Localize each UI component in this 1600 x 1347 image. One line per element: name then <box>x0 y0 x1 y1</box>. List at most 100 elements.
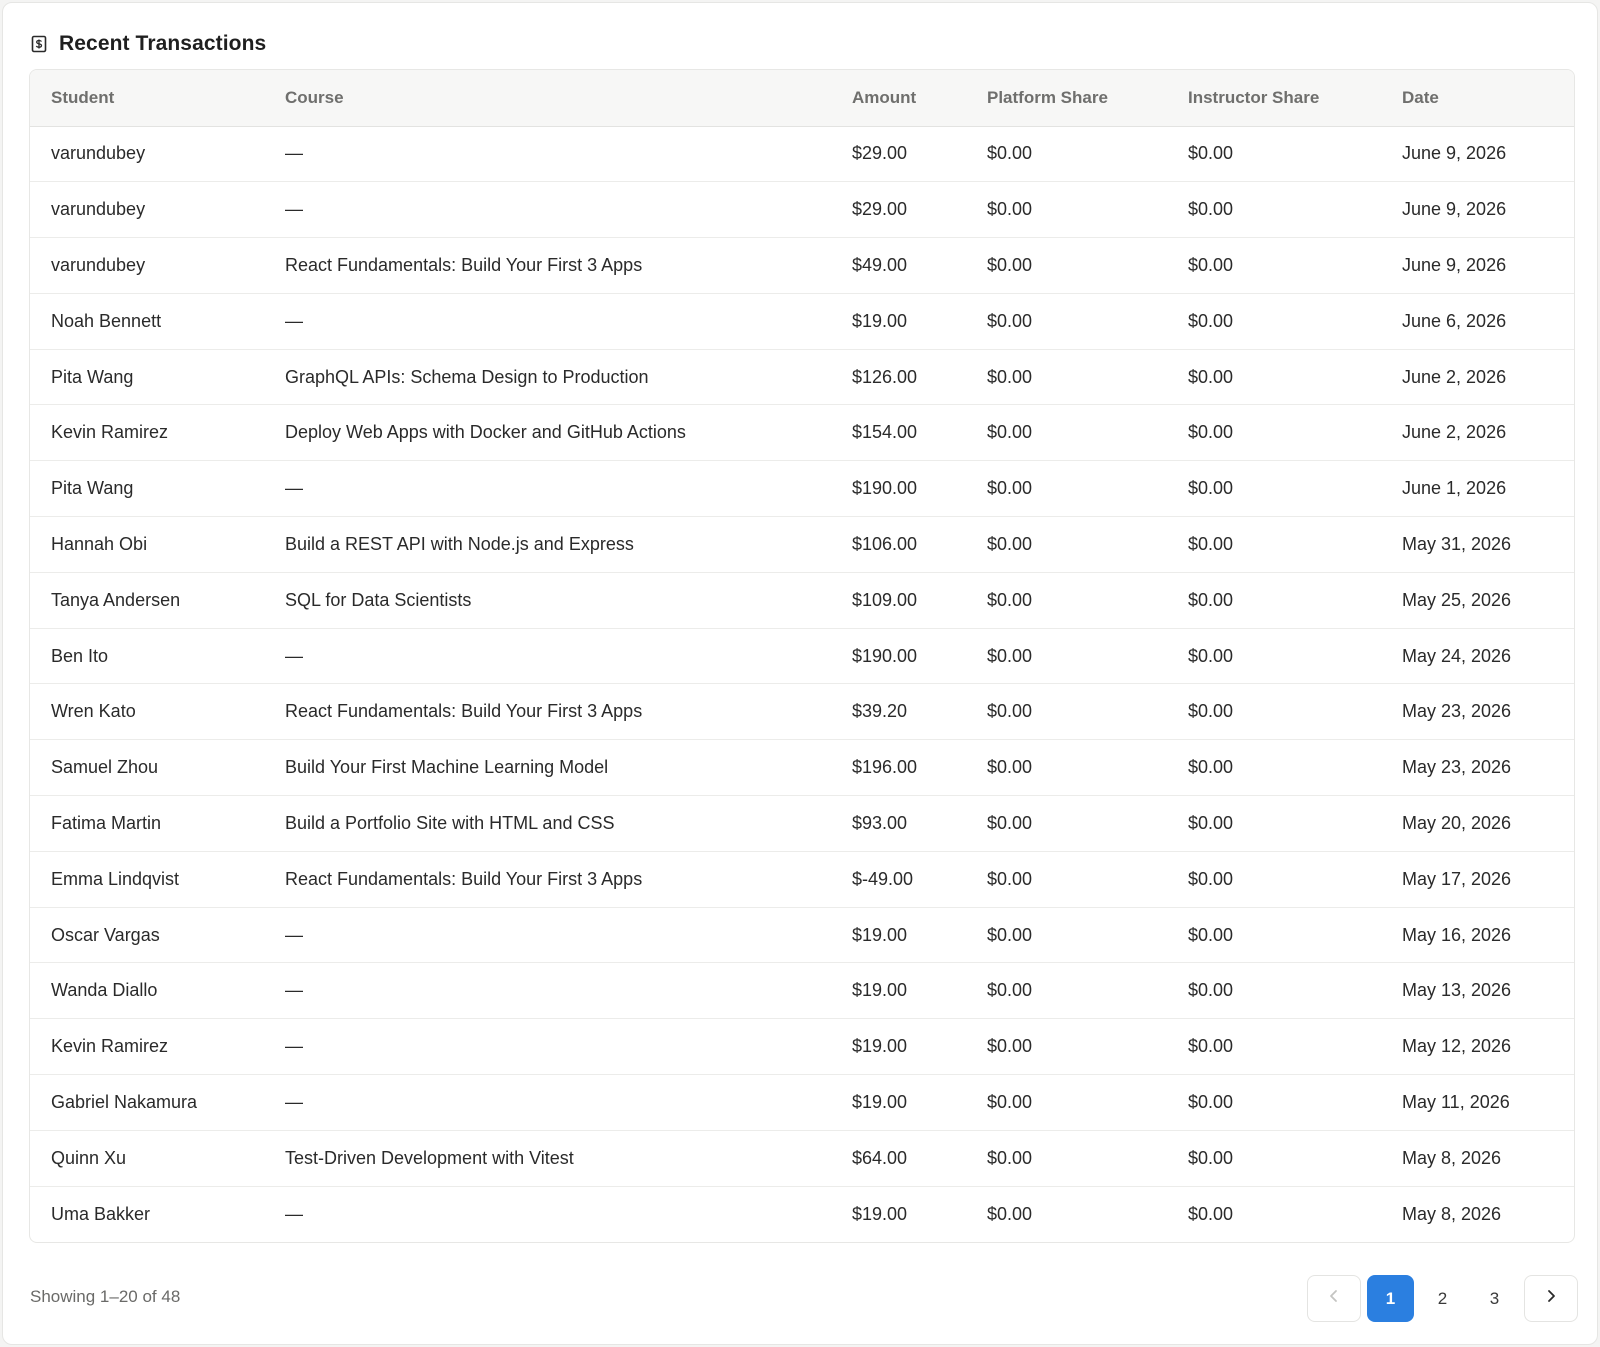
cell-course: — <box>285 645 303 666</box>
cell-amount: $196.00 <box>852 757 918 778</box>
cell-date: May 31, 2026 <box>1402 533 1512 554</box>
cell-course: Build Your First Machine Learning Model <box>285 757 609 778</box>
cell-platform-share: $0.00 <box>987 1091 1033 1112</box>
table-row: Gabriel Nakamura — $19.00 $0.00 $0.00 May 11,… <box>30 1075 1574 1131</box>
cell-amount: $19.00 <box>852 1091 908 1112</box>
cell-student: Ben Ito <box>51 645 109 666</box>
table-row: Pita Wang GraphQL APIs: Schema Design to … <box>30 349 1574 405</box>
cell-date: May 20, 2026 <box>1402 812 1512 833</box>
header-amount: Amount <box>831 70 966 127</box>
cell-platform-share: $0.00 <box>987 980 1033 1001</box>
table-header-row: Student Course Amount Platform Share Ins… <box>30 70 1574 127</box>
cell-date: June 9, 2026 <box>1402 143 1507 164</box>
cell-date: May 23, 2026 <box>1402 701 1512 722</box>
cell-instructor-share: $0.00 <box>1188 254 1234 275</box>
cell-amount: $93.00 <box>852 812 908 833</box>
table-row: Wanda Diallo — $19.00 $0.00 $0.00 May 13, 202… <box>30 963 1574 1019</box>
page-1-button[interactable]: 1 <box>1367 1275 1414 1322</box>
cell-amount: $19.00 <box>852 1036 908 1057</box>
card-header: Recent Transactions <box>31 27 266 61</box>
cell-student: Emma Lindqvist <box>51 868 180 889</box>
cell-platform-share: $0.00 <box>987 254 1033 275</box>
transactions-card: Recent Transactions Student Course Amoun… <box>2 2 1598 1345</box>
cell-date: May 23, 2026 <box>1402 757 1512 778</box>
cell-amount: $190.00 <box>852 478 918 499</box>
cell-date: May 25, 2026 <box>1402 589 1512 610</box>
cell-platform-share: $0.00 <box>987 143 1033 164</box>
cell-platform-share: $0.00 <box>987 310 1033 331</box>
table-row: Ben Ito — $190.00 $0.00 $0.00 May 24, 2026 <box>30 628 1574 684</box>
cell-instructor-share: $0.00 <box>1188 1036 1234 1057</box>
cell-instructor-share: $0.00 <box>1188 310 1234 331</box>
cell-amount: $126.00 <box>852 366 918 387</box>
cell-date: May 8, 2026 <box>1402 1203 1502 1224</box>
cell-amount: $64.00 <box>852 1147 908 1168</box>
cell-student: Samuel Zhou <box>51 757 159 778</box>
cell-instructor-share: $0.00 <box>1188 1147 1234 1168</box>
cell-platform-share: $0.00 <box>987 478 1033 499</box>
cell-platform-share: $0.00 <box>987 645 1033 666</box>
cell-instructor-share: $0.00 <box>1188 701 1234 722</box>
cell-date: May 11, 2026 <box>1402 1091 1510 1112</box>
cell-course: Deploy Web Apps with Docker and GitHub A… <box>285 422 686 443</box>
cell-course: GraphQL APIs: Schema Design to Productio… <box>285 366 649 387</box>
cell-student: Hannah Obi <box>51 533 148 554</box>
cell-date: June 1, 2026 <box>1402 478 1507 499</box>
cell-student: Fatima Martin <box>51 812 162 833</box>
table-row: varundubey — $29.00 $0.00 $0.00 June 9, 2026 <box>30 126 1574 182</box>
cell-student: Quinn Xu <box>51 1147 127 1168</box>
prev-page-button[interactable] <box>1307 1275 1361 1322</box>
cell-date: May 24, 2026 <box>1402 645 1512 666</box>
chevron-left-icon <box>1328 1289 1340 1308</box>
cell-instructor-share: $0.00 <box>1188 589 1234 610</box>
cell-instructor-share: $0.00 <box>1188 924 1234 945</box>
cell-student: Pita Wang <box>51 478 134 499</box>
cell-platform-share: $0.00 <box>987 701 1033 722</box>
page-2-button[interactable]: 2 <box>1419 1275 1466 1322</box>
cell-student: Pita Wang <box>51 366 134 387</box>
cell-platform-share: $0.00 <box>987 868 1033 889</box>
cell-student: Wren Kato <box>51 701 136 722</box>
cell-course: — <box>285 1091 303 1112</box>
table-row: Quinn Xu Test-Driven Development with Vit… <box>30 1130 1574 1187</box>
cell-instructor-share: $0.00 <box>1188 1091 1234 1112</box>
cell-course: — <box>285 310 303 331</box>
table-row: Hannah Obi Build a REST API with Node.js … <box>30 517 1574 573</box>
cell-course: Build a Portfolio Site with HTML and CSS <box>285 812 615 833</box>
cell-instructor-share: $0.00 <box>1188 812 1234 833</box>
table-row: Kevin Ramirez — $19.00 $0.00 $0.00 May 12, 20… <box>30 1019 1574 1075</box>
cell-date: June 2, 2026 <box>1402 422 1507 443</box>
cell-instructor-share: $0.00 <box>1188 868 1234 889</box>
cell-amount: $19.00 <box>852 980 908 1001</box>
next-page-button[interactable] <box>1524 1275 1578 1322</box>
cell-amount: $49.00 <box>852 254 908 275</box>
cell-amount: $106.00 <box>852 533 918 554</box>
cell-student: varundubey <box>51 143 146 164</box>
cell-instructor-share: $0.00 <box>1188 478 1234 499</box>
cell-platform-share: $0.00 <box>987 757 1033 778</box>
header-course: Course <box>264 70 831 127</box>
cell-course: Build a REST API with Node.js and Expres… <box>285 533 634 554</box>
cell-student: Oscar Vargas <box>51 924 160 945</box>
cell-course: SQL for Data Scientists <box>285 589 472 610</box>
table-row: varundubey React Fundamentals: Build Your… <box>30 238 1574 294</box>
cell-student: Kevin Ramirez <box>51 422 169 443</box>
cell-amount: $19.00 <box>852 1203 908 1224</box>
chevron-right-icon <box>1545 1289 1557 1308</box>
cell-platform-share: $0.00 <box>987 199 1033 220</box>
header-instructor-share: Instructor Share <box>1167 70 1381 127</box>
table-row: varundubey — $29.00 $0.00 $0.00 June 9, 2026 <box>30 182 1574 238</box>
cell-date: June 2, 2026 <box>1402 366 1507 387</box>
cell-platform-share: $0.00 <box>987 589 1033 610</box>
page-3-button[interactable]: 3 <box>1471 1275 1518 1322</box>
cell-date: June 6, 2026 <box>1402 310 1507 331</box>
table-row: Tanya Andersen SQL for Data Scientists $10… <box>30 572 1574 629</box>
cell-amount: $19.00 <box>852 924 908 945</box>
cell-amount: $109.00 <box>852 589 918 610</box>
header-student: Student <box>30 70 264 127</box>
table-row: Kevin Ramirez Deploy Web Apps with Docker… <box>30 405 1574 461</box>
table-row: Emma Lindqvist React Fundamentals: Build … <box>30 851 1574 908</box>
cell-instructor-share: $0.00 <box>1188 533 1234 554</box>
cell-platform-share: $0.00 <box>987 366 1033 387</box>
pagination: 1 2 3 <box>1307 1275 1578 1322</box>
